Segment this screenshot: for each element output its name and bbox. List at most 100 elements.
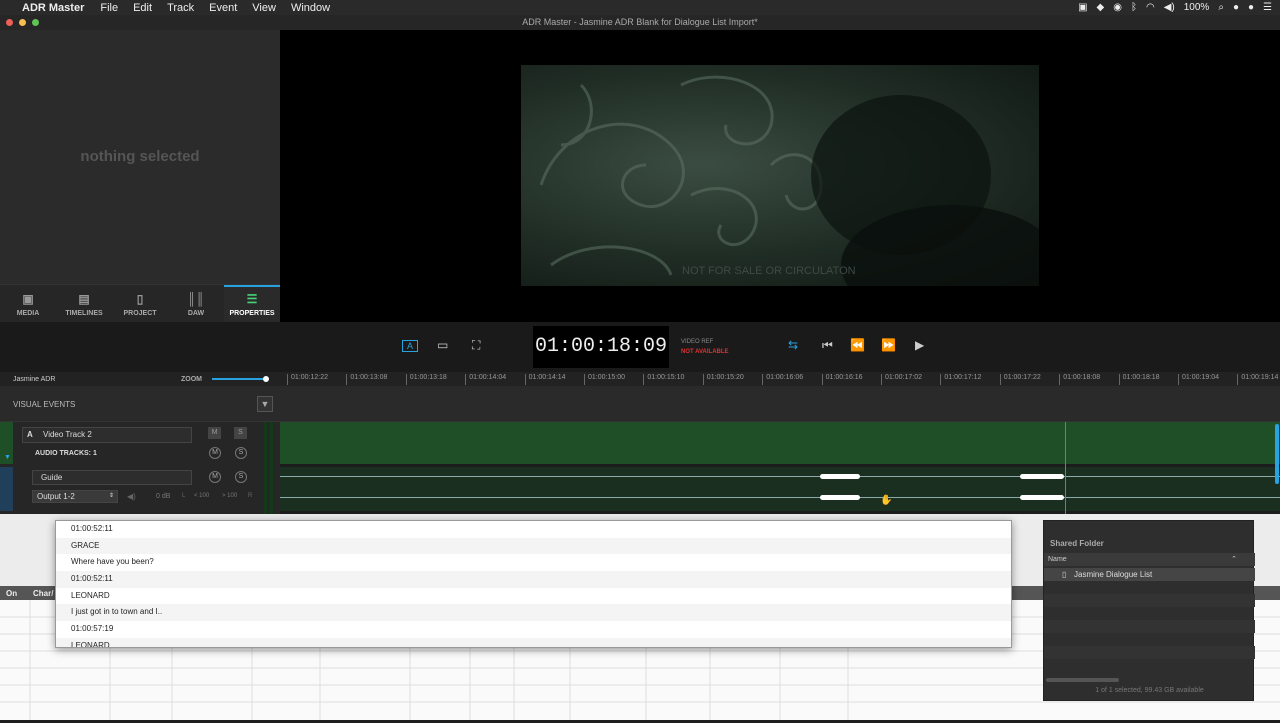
finder-horizontal-scrollbar[interactable] (1046, 678, 1119, 682)
audio-track-name-field[interactable]: Guide (32, 470, 192, 485)
list-item: I just got in to town and I.. (56, 604, 1011, 622)
video-track-solo-button[interactable]: S (234, 427, 247, 439)
document-icon: ▯ (1062, 570, 1067, 579)
finder-empty-row (1044, 646, 1255, 659)
filter-icon[interactable]: ▼ (257, 396, 273, 412)
finder-empty-row (1044, 594, 1255, 607)
ruler-tick-label: 01:00:18:08 (1059, 374, 1100, 385)
menu-bar: ADR Master File Edit Track Event View Wi… (0, 0, 1280, 15)
ruler-tick-label: 01:00:14:04 (465, 374, 506, 385)
volume-icon[interactable]: ◀) (1164, 2, 1175, 13)
chevron-updown-icon: ⇕ (108, 493, 114, 499)
tab-media[interactable]: ▣ MEDIA (0, 285, 56, 322)
volume-value[interactable]: 0 dB (156, 493, 170, 500)
link-icon[interactable]: ⇆ (788, 338, 798, 352)
ruler-tick-label: 01:00:14:14 (524, 374, 566, 385)
battery-text[interactable]: 100% (1184, 2, 1210, 13)
video-track-mute-button[interactable]: M (208, 427, 221, 439)
playhead[interactable] (1065, 422, 1066, 514)
visual-events-label: VISUAL EVENTS (13, 400, 76, 409)
notification-center-icon[interactable]: ☰ (1263, 2, 1272, 13)
go-to-start-icon[interactable]: ⏮ (822, 338, 833, 353)
fullscreen-icon[interactable]: ⛶ (472, 338, 480, 353)
tab-project[interactable]: ▯ PROJECT (112, 285, 168, 322)
timeline-tracks[interactable]: ✋ (280, 422, 1280, 517)
list-item: Where have you been? (71, 557, 154, 567)
dropbox-icon[interactable]: ◆ (1097, 2, 1105, 13)
finder-window[interactable]: Shared Folder Name ⌃ ▯ Jasmine Dialogue … (1043, 520, 1255, 701)
ruler-tick-label: 01:00:16:06 (762, 374, 803, 385)
zoom-slider-handle[interactable] (263, 376, 269, 382)
tab-properties[interactable]: ☰ PROPERTIES (224, 285, 280, 322)
video-clip[interactable] (280, 422, 1280, 464)
ruler-tick-label: 01:00:19:04 (1178, 374, 1219, 385)
ruler-tick-label: 01:00:15:00 (584, 374, 625, 385)
bluetooth-icon[interactable]: ᛒ (1131, 2, 1137, 13)
expand-audio-tracks-icon[interactable]: ▼ (4, 454, 11, 461)
menu-app-name[interactable]: ADR Master (22, 2, 84, 14)
col-char[interactable]: Char/ (33, 589, 53, 598)
speaker-icon[interactable]: ◀) (127, 492, 136, 501)
level-meter-right (270, 422, 273, 514)
fast-forward-icon[interactable]: ⏩ (881, 338, 896, 352)
play-icon[interactable]: ▶ (915, 338, 924, 352)
menu-view[interactable]: View (252, 2, 276, 14)
video-ref-label: VIDEO REF (681, 339, 714, 345)
pan-left-value[interactable]: < 100 (194, 493, 209, 499)
ruler-tick-label: 01:00:17:02 (881, 374, 922, 385)
project-icon: ▯ (136, 292, 144, 306)
dialogue-list-preview[interactable]: 01:00:52:11 GRACE Where have you been? 0… (55, 520, 1012, 648)
timeline-ruler[interactable]: Jasmine ADR ZOOM 01:00:12:22 01:00:13:08 0… (0, 372, 1280, 386)
transport-bar: A ▭ ⛶ 01:00:18:09 VIDEO REF NOT AVAILABL… (0, 322, 1280, 372)
tab-label: PROJECT (123, 310, 157, 317)
list-item: LEONARD (56, 637, 1011, 647)
video-frame[interactable]: NOT FOR SALE OR CIRCULATON (521, 65, 1039, 286)
audio-tracks-solo-button[interactable]: S (235, 447, 247, 459)
video-track-letter: A (27, 430, 33, 439)
sync-icon[interactable]: ◉ (1113, 2, 1122, 13)
video-track-name-field[interactable]: A Video Track 2 (22, 427, 192, 443)
ruler-tick-label: 01:00:18:18 (1118, 374, 1160, 385)
col-on[interactable]: On (6, 589, 17, 598)
close-window-icon[interactable] (6, 19, 13, 26)
shared-folder-title: Shared Folder (1050, 539, 1104, 548)
menu-track[interactable]: Track (167, 2, 194, 14)
video-ref-status: VIDEO REF NOT AVAILABLE (681, 337, 729, 357)
output-select[interactable]: Output 1-2 ⇕ (32, 490, 118, 503)
pan-right-value[interactable]: > 100 (222, 493, 237, 499)
menu-edit[interactable]: Edit (133, 2, 152, 14)
vertical-scrollbar[interactable] (1275, 424, 1279, 484)
rewind-icon[interactable]: ⏪ (850, 338, 865, 352)
wifi-icon[interactable]: ◠ (1146, 2, 1155, 13)
tab-timelines[interactable]: ▤ TIMELINES (56, 285, 112, 322)
waveform-peak (1020, 474, 1064, 479)
minimize-window-icon[interactable] (19, 19, 26, 26)
audio-tracks-mute-button[interactable]: M (209, 447, 221, 459)
user-icon[interactable]: ● (1248, 2, 1254, 13)
zoom-window-icon[interactable] (32, 19, 39, 26)
picture-in-picture-icon[interactable]: ▭ (437, 338, 448, 352)
window-titlebar: ADR Master - Jasmine ADR Blank for Dialo… (0, 15, 1280, 30)
siri-icon[interactable]: ● (1233, 2, 1239, 13)
guide-solo-button[interactable]: S (235, 471, 247, 483)
guide-mute-button[interactable]: M (209, 471, 221, 483)
search-icon[interactable]: ⌕ (1218, 2, 1224, 13)
finder-item-label: Jasmine Dialogue List (1074, 570, 1153, 579)
level-meter-left (264, 422, 267, 514)
properties-panel: nothing selected (0, 30, 280, 285)
ruler-tick-label: 01:00:16:16 (821, 374, 863, 385)
finder-column-header[interactable]: Name ⌃ (1044, 553, 1255, 566)
camera-icon[interactable]: ▣ (1078, 2, 1087, 13)
overlay-a-button[interactable]: A (402, 340, 419, 352)
audio-clip-guide[interactable] (280, 467, 1280, 511)
tab-daw[interactable]: ║║ DAW (168, 285, 224, 322)
menu-event[interactable]: Event (209, 2, 237, 14)
col-name[interactable]: Name (1048, 556, 1067, 563)
pan-r-label: R (248, 493, 253, 499)
zoom-slider-track[interactable] (212, 378, 267, 380)
ruler-tick-label: 01:00:12:22 (287, 374, 328, 385)
menu-window[interactable]: Window (291, 2, 330, 14)
ruler-tick-label: 01:00:13:08 (346, 374, 387, 385)
menu-file[interactable]: File (100, 2, 118, 14)
finder-item-jasmine-dialogue-list[interactable]: ▯ Jasmine Dialogue List (1044, 568, 1255, 581)
